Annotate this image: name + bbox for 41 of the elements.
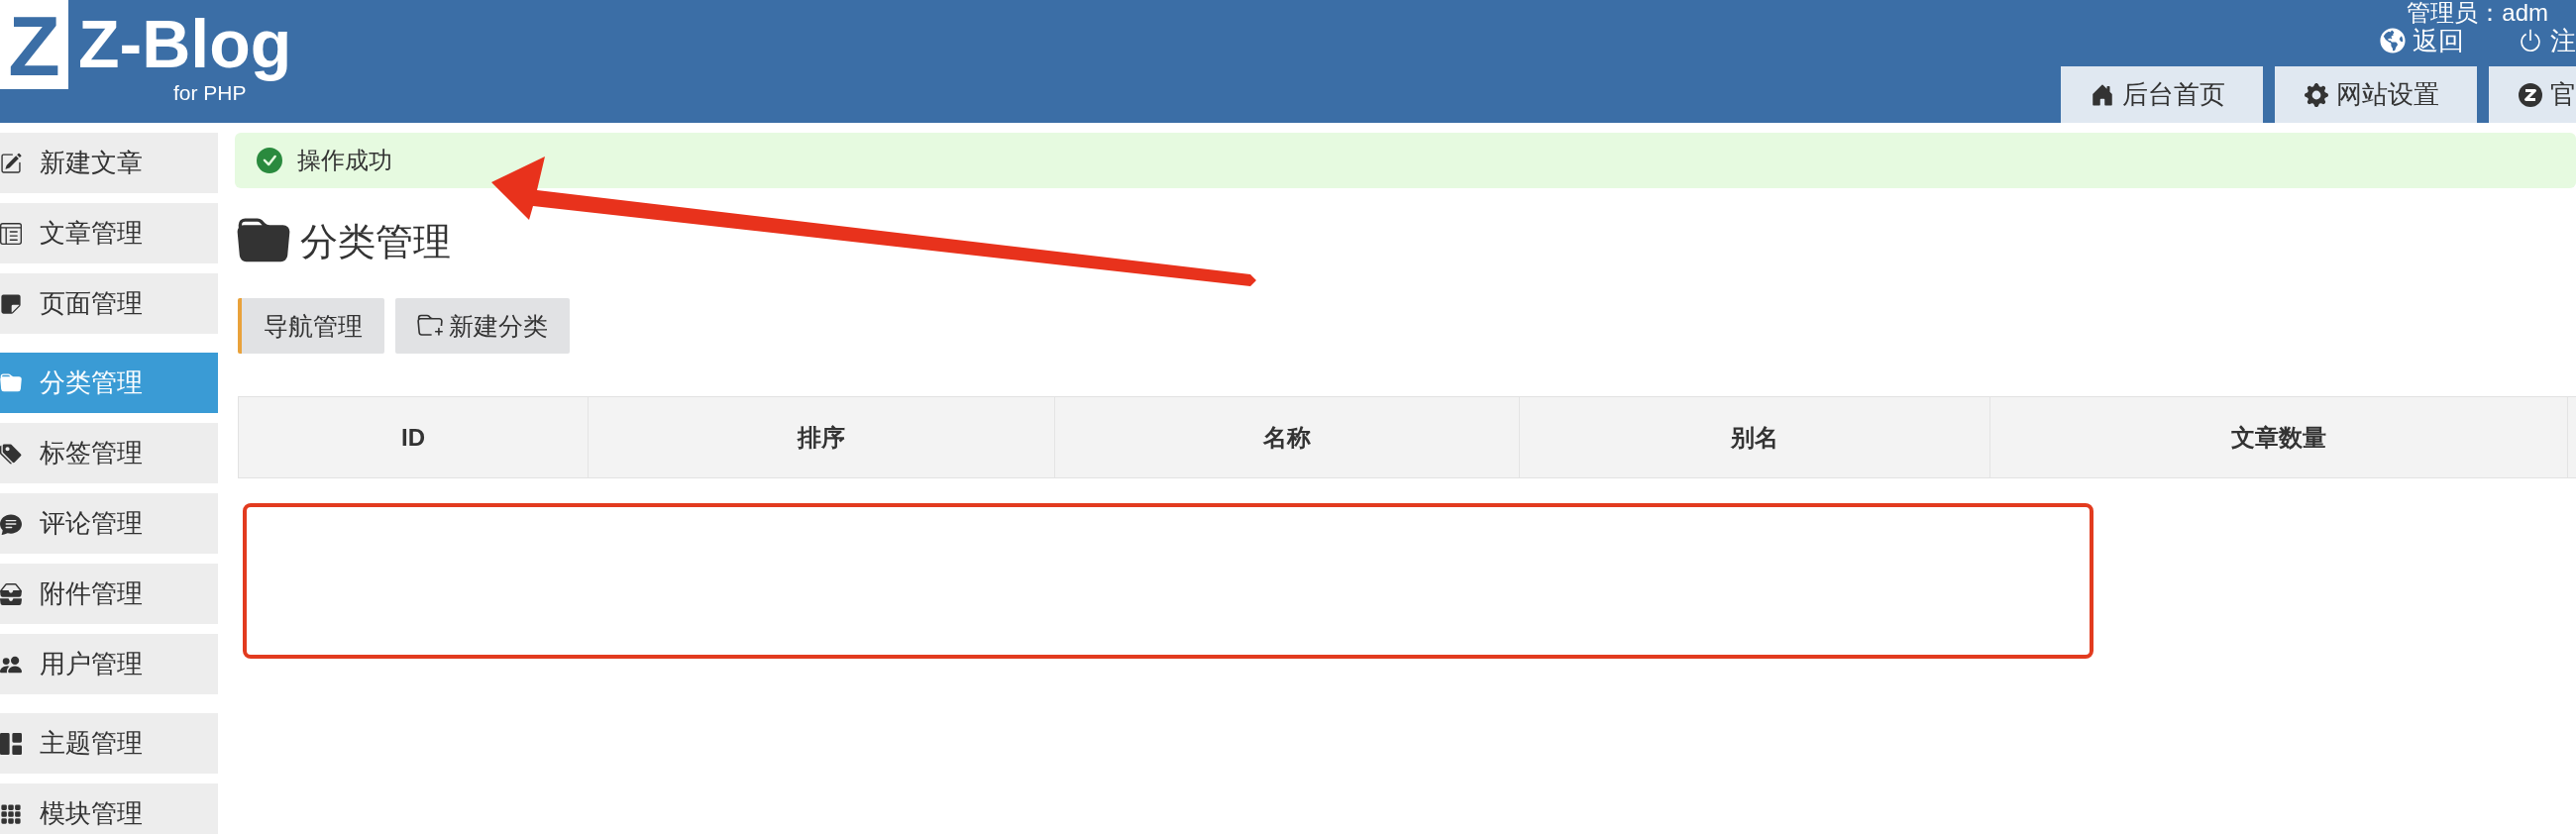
logo-icon xyxy=(2519,82,2542,107)
column-header: 排序 xyxy=(798,422,845,453)
settings-icon xyxy=(2305,82,2328,107)
action-button[interactable]: 导航管理 xyxy=(238,298,384,354)
action-button[interactable]: 新建分类 xyxy=(395,298,570,354)
folder-plus-icon xyxy=(417,313,443,339)
header-tab[interactable]: 后台首页 xyxy=(2061,66,2263,123)
user-label: 管理员：adm xyxy=(2407,0,2549,26)
page-title: 分类管理 xyxy=(300,219,451,264)
logo-name: Z-Blog xyxy=(78,5,292,82)
sidebar-item[interactable]: 用户管理 xyxy=(0,634,218,694)
inbox-icon xyxy=(0,582,22,605)
header-link[interactable]: 注 xyxy=(2518,23,2576,58)
column-header: ID xyxy=(401,423,425,452)
window-icon xyxy=(0,222,22,245)
sidebar-item[interactable]: 主题管理 xyxy=(0,713,218,774)
sidebar-item[interactable]: 文章管理 xyxy=(0,203,218,263)
header-tab[interactable]: 网站设置 xyxy=(2275,66,2477,123)
sidebar-item[interactable]: 标签管理 xyxy=(0,423,218,483)
power-icon xyxy=(2518,28,2543,53)
header-link[interactable]: 返回 xyxy=(2380,23,2464,58)
column-header: 别名 xyxy=(1731,422,1778,453)
home-icon xyxy=(2091,82,2114,107)
speech-bubble-icon xyxy=(0,512,22,535)
sticky-note-icon xyxy=(0,292,22,315)
sidebar-item[interactable]: 新建文章 xyxy=(0,133,218,193)
folder-icon xyxy=(0,371,22,394)
column-header: 文章数量 xyxy=(2231,422,2326,453)
dots-grid-icon xyxy=(0,802,22,825)
globe-icon xyxy=(2380,28,2406,53)
layout-grid-icon xyxy=(0,732,22,755)
logo-tagline: for PHP xyxy=(173,82,247,104)
sidebar-item[interactable]: 评论管理 xyxy=(0,493,218,554)
notice-text: 操作成功 xyxy=(297,146,392,175)
column-header: 名称 xyxy=(1263,422,1311,453)
tag-icon xyxy=(0,442,22,465)
logo-mark: Z xyxy=(0,0,68,89)
sidebar-item[interactable]: 附件管理 xyxy=(0,564,218,624)
sidebar-item[interactable]: 模块管理 xyxy=(0,783,218,834)
header-tab[interactable]: 官 xyxy=(2489,66,2576,123)
sidebar-item[interactable]: 页面管理 xyxy=(0,273,218,334)
